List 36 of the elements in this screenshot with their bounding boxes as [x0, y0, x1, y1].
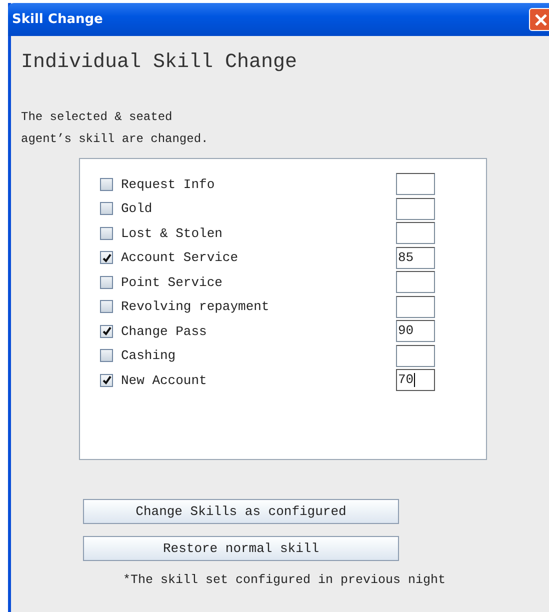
skill-label: Revolving repayment — [121, 299, 270, 314]
level-field[interactable] — [396, 296, 435, 318]
skill-label: Account Service — [121, 250, 240, 266]
action-button[interactable]: Restore normal skill — [83, 536, 399, 561]
checkbox[interactable] — [100, 226, 113, 240]
checkbox[interactable] — [100, 300, 113, 314]
level-field[interactable]: 85 — [396, 246, 435, 269]
level-field[interactable] — [396, 198, 435, 220]
heading: Individual Skill Change — [21, 50, 298, 76]
level-field[interactable]: 90 — [396, 320, 435, 342]
checkbox[interactable] — [100, 178, 113, 191]
skill-label: Gold — [121, 201, 154, 216]
close-icon — [534, 12, 548, 26]
level-field[interactable]: 70 — [396, 369, 435, 392]
level-field[interactable] — [396, 222, 435, 244]
checkbox[interactable] — [100, 251, 113, 264]
footnote: *The skill set configured in previous night — [123, 573, 447, 587]
skill-label: Point Service — [121, 274, 224, 290]
skill-label: New Account — [121, 372, 208, 388]
level-field[interactable] — [396, 173, 435, 196]
checkbox[interactable] — [100, 374, 113, 387]
checkbox[interactable] — [100, 349, 113, 362]
description-text: The selected & seated — [21, 109, 174, 126]
skill-label: Lost & Stolen — [121, 226, 224, 241]
level-field[interactable] — [396, 344, 435, 367]
checkbox[interactable] — [100, 202, 113, 216]
skill-label: Request Info — [121, 176, 216, 192]
close-button[interactable] — [529, 8, 549, 31]
checkbox[interactable] — [100, 276, 113, 289]
checkbox[interactable] — [100, 324, 113, 338]
skill-label: Change Pass — [121, 324, 208, 339]
skill-label: Cashing — [121, 348, 177, 364]
action-button[interactable]: Change Skills as configured — [83, 499, 399, 524]
level-field[interactable] — [396, 271, 435, 294]
window-title: Skill Change — [12, 12, 103, 27]
description-text: agent’s skill are changed. — [21, 131, 210, 148]
